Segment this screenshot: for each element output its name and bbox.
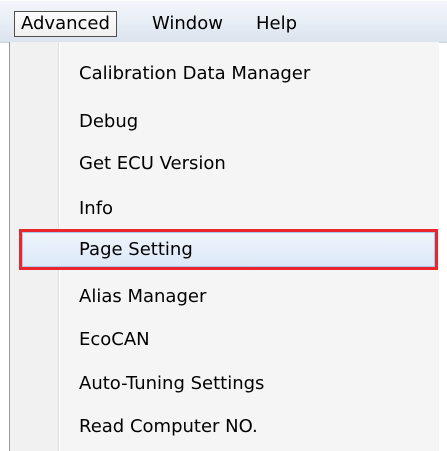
advanced-dropdown-menu: Calibration Data Manager Debug Get ECU V… [9,42,439,451]
menu-item-info[interactable]: Info [10,188,438,229]
menu-item-get-ecu-version[interactable]: Get ECU Version [10,143,438,184]
menu-bar-top-line [0,0,447,1]
menu-item-calibration-data-manager[interactable]: Calibration Data Manager [10,53,438,94]
menu-item-page-setting[interactable]: Page Setting [19,229,438,270]
menu-item-ecocan[interactable]: EcoCAN [10,319,438,360]
menu-item-label: Get ECU Version [79,153,226,174]
menu-item-label: Read Computer NO. [79,416,258,437]
menu-item-label: Alias Manager [79,286,207,307]
menu-item-read-computer-no[interactable]: Read Computer NO. [10,406,438,447]
menu-item-debug[interactable]: Debug [10,101,438,142]
menu-item-label: Page Setting [79,239,193,260]
menu-window[interactable]: Window [152,11,223,37]
menu-item-label: Auto-Tuning Settings [79,373,265,394]
menu-item-alias-manager[interactable]: Alias Manager [10,276,438,317]
menu-item-label: Calibration Data Manager [79,63,311,84]
menu-item-label: EcoCAN [79,329,150,350]
menu-item-label: Debug [79,111,139,132]
menu-bar: Advanced Window Help [0,0,447,43]
menu-item-label: Info [79,198,114,219]
menu-item-auto-tuning-settings[interactable]: Auto-Tuning Settings [10,363,438,404]
menu-advanced[interactable]: Advanced [14,11,117,37]
menu-help[interactable]: Help [256,11,297,37]
